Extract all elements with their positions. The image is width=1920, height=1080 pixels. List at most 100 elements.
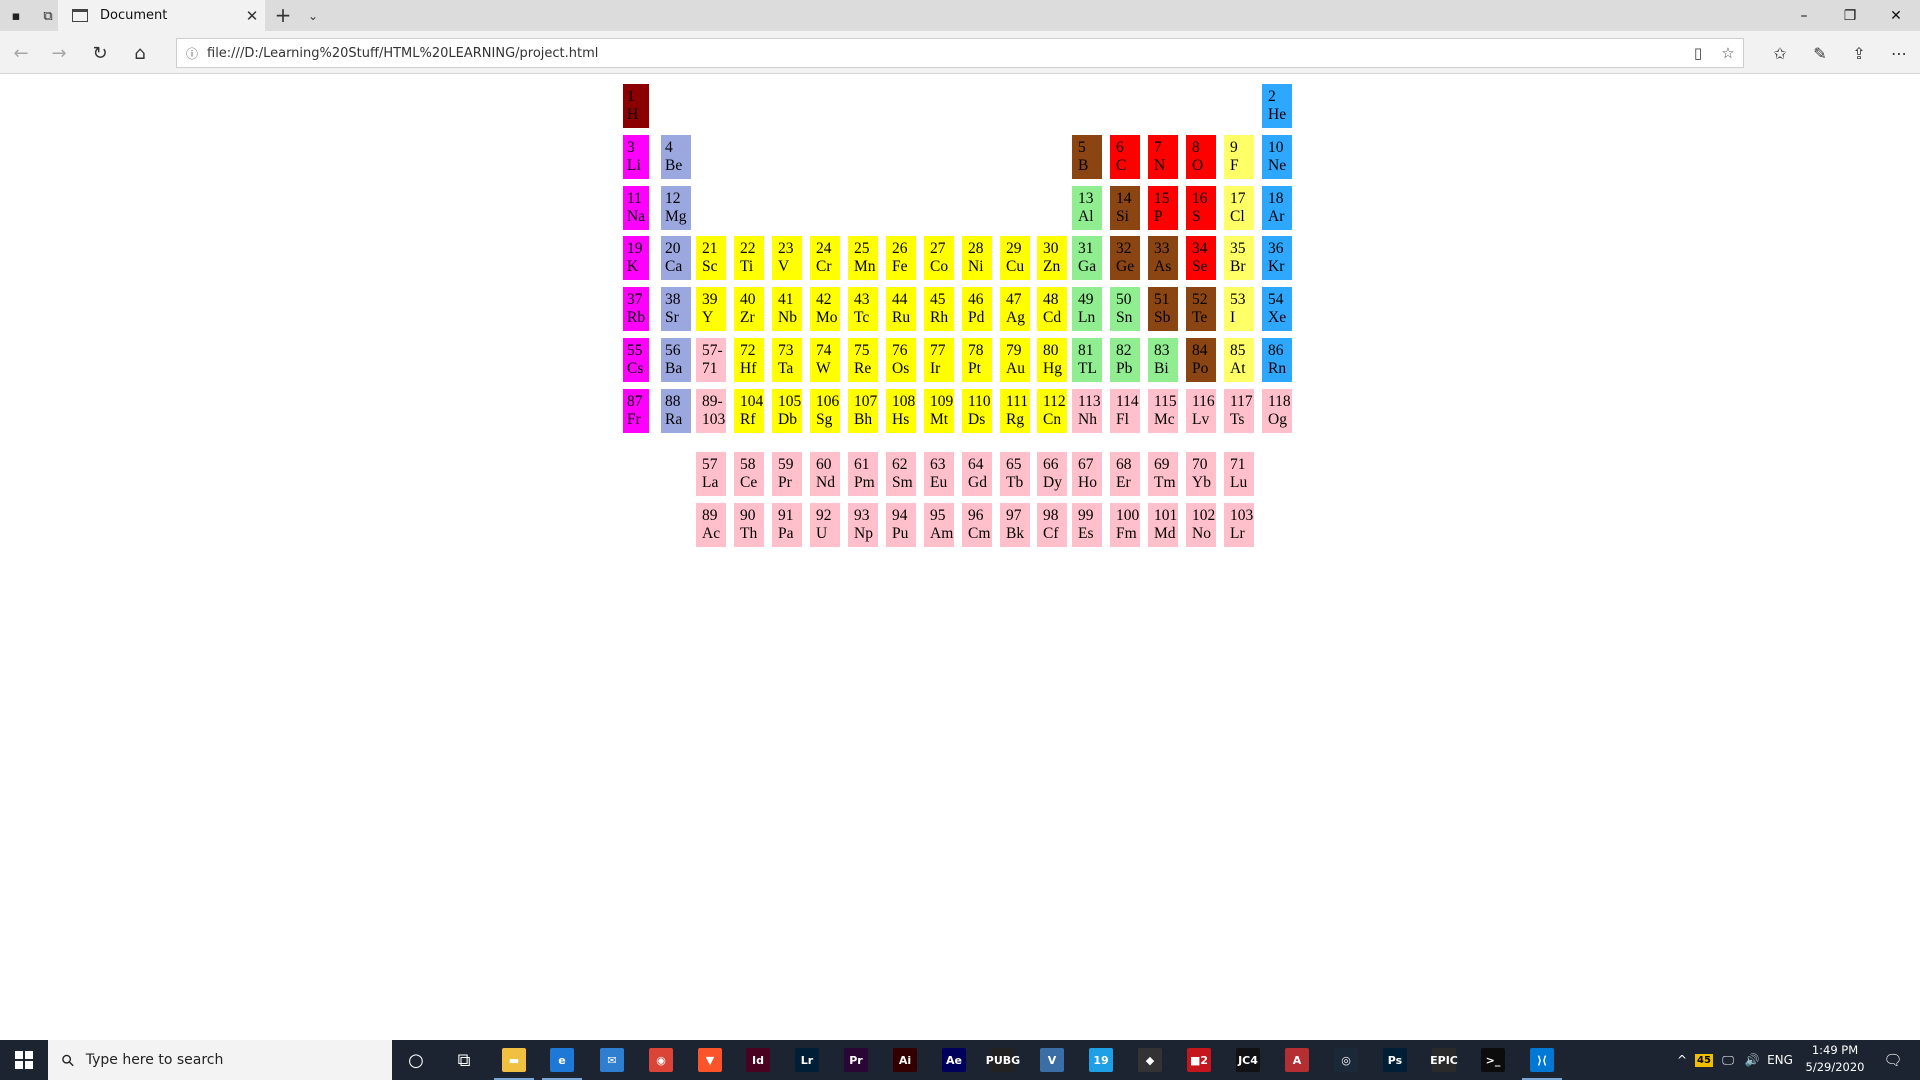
app-19-taskbar-button[interactable]: 19 <box>1077 1040 1125 1080</box>
element-symbol: Gd <box>968 474 987 491</box>
element-symbol: Lu <box>1230 474 1248 491</box>
chrome-taskbar-button[interactable]: ◉ <box>637 1040 685 1080</box>
element-symbol: Tb <box>1006 474 1024 491</box>
element-cell-zr: 40 Zr <box>734 287 764 331</box>
info-icon[interactable]: ⓘ <box>177 45 207 62</box>
file-explorer-taskbar-button[interactable]: ▬ <box>490 1040 538 1080</box>
reading-view-icon[interactable]: ▯ <box>1683 44 1713 62</box>
element-cell-cs: 55 Cs <box>623 338 649 382</box>
window-menu-icon[interactable]: ▪ <box>6 6 26 26</box>
favorites-icon[interactable]: ✩ <box>1766 40 1794 66</box>
atomic-number: 58 <box>740 456 756 473</box>
element-symbol: Br <box>1230 258 1246 275</box>
element-cell-tl: 81 TL <box>1072 338 1102 382</box>
home-icon[interactable]: ⌂ <box>127 40 153 66</box>
element-symbol: As <box>1154 258 1172 275</box>
tab-document[interactable]: Document ✕ <box>58 0 265 31</box>
vectorian-taskbar-button[interactable]: V <box>1028 1040 1076 1080</box>
element-cell-ho: 67 Ho <box>1072 452 1102 496</box>
terminal-taskbar-button[interactable]: >_ <box>1469 1040 1517 1080</box>
periodic-table: 1 H 2 He 3 Li 4 Be 5 B 6 C 7 N 8 O 9 F 10 Ne 11 Na 12 Mg 13 Al 14 S… <box>623 84 1294 547</box>
atomic-number: 72 <box>740 342 756 359</box>
epic-games-taskbar-button[interactable]: EPIC <box>1420 1040 1468 1080</box>
app-red-icon: ■2 <box>1187 1048 1211 1072</box>
edge-taskbar-button[interactable]: e <box>538 1040 586 1080</box>
element-symbol: Cl <box>1230 208 1245 225</box>
element-symbol: Nd <box>816 474 835 491</box>
element-cell-mn: 25 Mn <box>848 236 878 280</box>
element-symbol: Cd <box>1043 309 1062 326</box>
tray-badge-icon[interactable]: 45 <box>1694 1040 1714 1080</box>
network-icon[interactable]: 🖵 <box>1718 1040 1738 1080</box>
element-symbol: Si <box>1116 208 1129 225</box>
clock[interactable]: 1:49 PM 5/29/2020 <box>1795 1042 1875 1078</box>
tab-close-icon[interactable]: ✕ <box>239 7 265 25</box>
element-cell-103: 89- 103 <box>696 389 726 433</box>
element-cell-at: 85 At <box>1224 338 1254 382</box>
volume-icon[interactable]: 🔊 <box>1742 1040 1762 1080</box>
atomic-number: 55 <box>627 342 643 359</box>
atomic-number: 9 <box>1230 139 1238 156</box>
share-icon[interactable]: ⇪ <box>1845 40 1873 66</box>
start-button[interactable] <box>0 1040 48 1080</box>
app-red-taskbar-button[interactable]: ■2 <box>1175 1040 1223 1080</box>
address-bar[interactable]: ⓘ file:///D:/Learning%20Stuff/HTML%20LEA… <box>176 38 1744 68</box>
url-text[interactable]: file:///D:/Learning%20Stuff/HTML%20LEARN… <box>207 46 1683 61</box>
illustrator-taskbar-button[interactable]: Ai <box>881 1040 929 1080</box>
element-cell-au: 79 Au <box>1000 338 1030 382</box>
vscode-taskbar-button[interactable]: ⟩⟨ <box>1518 1040 1566 1080</box>
element-symbol: Hg <box>1043 360 1062 377</box>
new-tab-button[interactable]: + <box>270 3 296 29</box>
language-indicator[interactable]: ENG <box>1765 1040 1795 1080</box>
after-effects-taskbar-button[interactable]: Ae <box>930 1040 978 1080</box>
steam-taskbar-button[interactable]: ◎ <box>1322 1040 1370 1080</box>
lightroom-taskbar-button[interactable]: Lr <box>783 1040 831 1080</box>
indesign-icon: Id <box>746 1048 770 1072</box>
jc4-taskbar-button[interactable]: JC4 <box>1224 1040 1272 1080</box>
element-symbol: Ga <box>1078 258 1097 275</box>
atomic-number: 50 <box>1116 291 1132 308</box>
set-tabs-aside-icon[interactable]: ⧉ <box>38 6 58 26</box>
atomic-number: 7 <box>1154 139 1162 156</box>
element-symbol: Se <box>1192 258 1208 275</box>
photoshop-icon: Ps <box>1383 1048 1407 1072</box>
element-cell-v: 23 V <box>772 236 802 280</box>
atomic-number: 3 <box>627 139 635 156</box>
atomic-number: 32 <box>1116 240 1132 257</box>
notes-pen-icon[interactable]: ✎ <box>1806 40 1834 66</box>
angular-taskbar-button[interactable]: A <box>1273 1040 1321 1080</box>
task-view-taskbar-button[interactable]: ⧉ <box>440 1040 488 1080</box>
pubg-icon: PUBG <box>986 1048 1020 1072</box>
atomic-number: 40 <box>740 291 756 308</box>
element-cell-ti: 22 Ti <box>734 236 764 280</box>
more-menu-icon[interactable]: ⋯ <box>1885 40 1913 66</box>
action-center-icon[interactable]: 🗨 <box>1878 1040 1908 1080</box>
tray-overflow-chevron-icon[interactable]: ^ <box>1672 1040 1692 1080</box>
forward-arrow-icon[interactable]: → <box>46 40 72 66</box>
element-symbol: Ge <box>1116 258 1135 275</box>
photoshop-taskbar-button[interactable]: Ps <box>1371 1040 1419 1080</box>
refresh-icon[interactable]: ↻ <box>87 40 113 66</box>
game-taskbar-button[interactable]: ◆ <box>1126 1040 1174 1080</box>
minimize-button[interactable]: – <box>1781 0 1827 31</box>
taskbar-search[interactable]: ⚲ Type here to search <box>48 1040 392 1080</box>
atomic-number: 68 <box>1116 456 1132 473</box>
brave-taskbar-button[interactable]: ▼ <box>686 1040 734 1080</box>
element-cell-pt: 78 Pt <box>962 338 992 382</box>
mail-taskbar-button[interactable]: ✉ <box>588 1040 636 1080</box>
favorite-star-icon[interactable]: ☆ <box>1713 44 1743 62</box>
atomic-number: 115 <box>1154 393 1177 410</box>
atomic-number: 37 <box>627 291 643 308</box>
restore-button[interactable]: ❐ <box>1827 0 1873 31</box>
indesign-taskbar-button[interactable]: Id <box>734 1040 782 1080</box>
back-arrow-icon[interactable]: ← <box>8 40 34 66</box>
close-window-button[interactable]: ✕ <box>1873 0 1919 31</box>
atomic-number: 64 <box>968 456 984 473</box>
tab-list-chevron-icon[interactable]: ⌄ <box>300 3 326 29</box>
element-symbol: P <box>1154 208 1163 225</box>
atomic-number: 49 <box>1078 291 1094 308</box>
premiere-taskbar-button[interactable]: Pr <box>832 1040 880 1080</box>
pubg-taskbar-button[interactable]: PUBG <box>979 1040 1027 1080</box>
cortana-taskbar-button[interactable]: ○ <box>392 1040 440 1080</box>
navigation-bar: ← → ↻ ⌂ ⓘ file:///D:/Learning%20Stuff/HT… <box>0 31 1920 74</box>
